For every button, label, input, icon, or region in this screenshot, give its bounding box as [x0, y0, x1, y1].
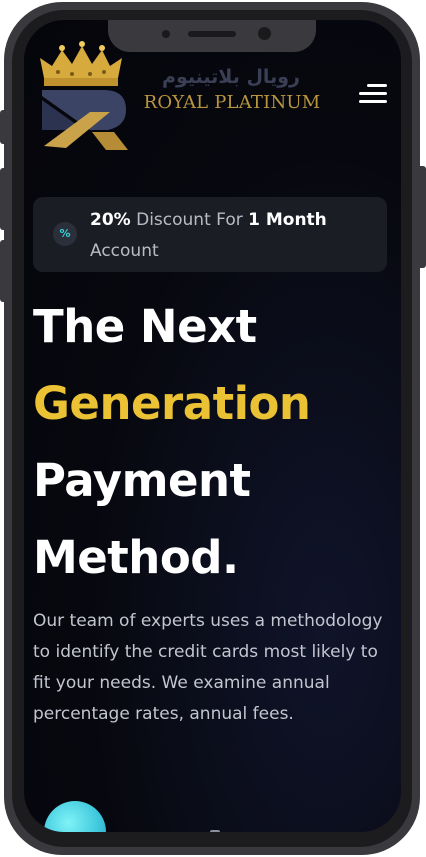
discount-banner[interactable]: % 20% Discount For 1 Month Account: [33, 197, 387, 272]
volume-down-button: [0, 240, 8, 302]
headline-line-1: The Next: [33, 300, 257, 353]
hero-description: Our team of experts uses a methodology t…: [33, 611, 383, 724]
brand-name: ROYAL PLATINUM: [143, 92, 321, 113]
headline-line-2: Generation: [33, 377, 311, 430]
discount-percent: 20%: [90, 210, 131, 230]
decorative-orb: [44, 801, 106, 832]
hamburger-menu-icon[interactable]: [357, 83, 387, 105]
phone-screen: رويال بلاتينيوم ROYAL PLATINUM % 20% Dis…: [24, 20, 401, 832]
headline-line-4: Method.: [33, 531, 239, 584]
sensor-dot: [162, 30, 170, 38]
volume-up-button: [0, 168, 8, 230]
earpiece-speaker: [188, 31, 236, 37]
menu-line-top: [367, 84, 387, 87]
discount-duration: 1 Month: [248, 210, 327, 230]
discount-text: 20% Discount For 1 Month Account: [90, 205, 370, 267]
discount-tail: Account: [90, 241, 159, 261]
brand-name-arabic: رويال بلاتينيوم: [162, 66, 300, 88]
discount-middle: Discount For: [130, 210, 249, 230]
decorative-speck: [210, 830, 220, 832]
menu-line-middle: [359, 92, 387, 95]
power-button: [418, 166, 426, 268]
front-camera: [258, 27, 271, 40]
hero-headline: The Next Generation Payment Method.: [33, 288, 393, 596]
menu-line-bottom: [359, 100, 387, 103]
headline-line-3: Payment: [33, 454, 251, 507]
phone-notch: [108, 20, 316, 52]
percent-icon: %: [53, 222, 77, 246]
mute-switch: [0, 110, 8, 144]
royal-crown-r-logo[interactable]: [32, 34, 132, 154]
